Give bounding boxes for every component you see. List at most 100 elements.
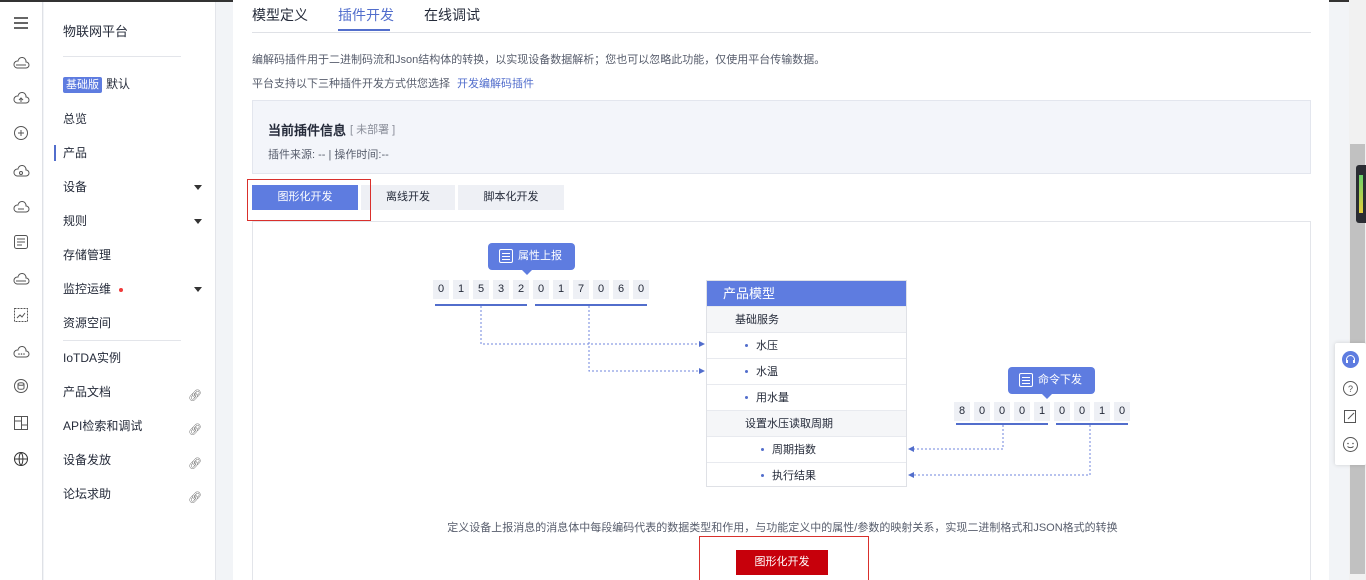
list-icon xyxy=(499,249,513,263)
bullet-dot xyxy=(745,395,748,399)
help-icon[interactable]: ? xyxy=(1342,380,1359,397)
sidebar-item-resource-space[interactable]: 资源空间 xyxy=(63,311,208,335)
plugin-meta: 插件来源: -- | 操作时间:-- xyxy=(268,149,389,161)
property-report-badge: 属性上报 xyxy=(488,243,575,275)
field-underline xyxy=(435,304,527,306)
highlight-box xyxy=(699,536,869,580)
field-underline xyxy=(535,304,647,306)
menu-icon[interactable] xyxy=(12,14,30,32)
sidebar-divider xyxy=(63,56,181,57)
tab-model-definition[interactable]: 模型定义 xyxy=(252,5,308,25)
cloud-upload-icon[interactable] xyxy=(12,89,30,107)
terminal-icon xyxy=(1019,373,1033,387)
binary-digit: 0 xyxy=(593,280,609,299)
parameter-label: 周期指数 xyxy=(772,444,816,456)
chevron-down-icon xyxy=(194,185,202,190)
cloud-dots-icon[interactable] xyxy=(12,343,30,361)
field-underline xyxy=(956,423,1048,425)
binary-digit: 2 xyxy=(513,280,529,299)
globe-icon[interactable] xyxy=(12,450,30,468)
sidebar-item-devices[interactable]: 设备 xyxy=(63,175,208,199)
tab-offline-dev[interactable]: 离线开发 xyxy=(361,185,455,210)
binary-digit: 0 xyxy=(994,402,1010,421)
sidebar-divider xyxy=(63,340,181,341)
chevron-down-icon xyxy=(194,287,202,292)
sidebar-item-label: 产品文档 xyxy=(63,385,112,399)
property-label: 水压 xyxy=(756,340,778,352)
sidebar-item-rules[interactable]: 规则 xyxy=(63,209,208,233)
icon-rail xyxy=(0,2,43,580)
binary-digit: 1 xyxy=(453,280,469,299)
sidebar-item-label: 设备 xyxy=(63,180,88,194)
binary-digit: 0 xyxy=(974,402,990,421)
sidebar-title: 物联网平台 xyxy=(63,24,129,39)
edition-badge: 基础版 xyxy=(63,77,102,93)
feedback-icon[interactable] xyxy=(1342,436,1359,453)
cloud-lock-icon[interactable] xyxy=(12,270,30,288)
sidebar-item-label: 资源空间 xyxy=(63,316,112,330)
edit-icon[interactable] xyxy=(1342,408,1359,425)
cloud-sync-icon[interactable] xyxy=(12,162,30,180)
list-icon[interactable] xyxy=(12,233,30,251)
sidebar-item-label: 总览 xyxy=(63,112,88,126)
plugin-info-title: 当前插件信息 xyxy=(268,123,347,138)
side-widget[interactable] xyxy=(1356,165,1366,223)
external-link-icon: 🔗︎ xyxy=(188,492,202,504)
plugin-options-text: 平台支持以下三种插件开发方式供您选择 开发编解码插件 xyxy=(252,75,534,91)
sidebar-item-device-provisioning[interactable]: 设备发放 🔗︎ xyxy=(63,448,208,472)
options-text: 平台支持以下三种插件开发方式供您选择 xyxy=(252,78,450,90)
model-command: 设置水压读取周期 xyxy=(707,410,906,436)
binary-digit: 0 xyxy=(633,280,649,299)
command-send-badge: 命令下发 xyxy=(1008,367,1095,399)
tab-script-dev[interactable]: 脚本化开发 xyxy=(458,185,564,210)
sidebar-item-product-docs[interactable]: 产品文档 🔗︎ xyxy=(63,380,208,404)
binary-digit: 5 xyxy=(473,280,489,299)
property-label: 用水量 xyxy=(756,392,789,404)
sidebar-item-storage[interactable]: 存储管理 xyxy=(63,243,208,267)
binary-digit: 0 xyxy=(433,280,449,299)
model-title: 产品模型 xyxy=(707,281,906,306)
sidebar-item-label: 规则 xyxy=(63,214,88,228)
diagram-caption: 定义设备上报消息的消息体中每段编码代表的数据类型和作用，与功能定义中的属性/参数… xyxy=(447,522,1118,534)
binary-digit: 1 xyxy=(553,280,569,299)
cloud-icon[interactable] xyxy=(12,54,30,72)
chart-icon[interactable] xyxy=(12,306,30,324)
sidebar: 物联网平台 基础版 默认 总览 产品 设备 规则 存储管理 监控运维 资源空间 I… xyxy=(44,2,216,580)
chat-icon[interactable] xyxy=(12,124,30,142)
parameter-label: 执行结果 xyxy=(772,470,816,482)
cloud-more-icon[interactable] xyxy=(12,198,30,216)
binary-digit: 8 xyxy=(954,402,970,421)
bullet-dot xyxy=(745,369,748,373)
active-indicator xyxy=(54,145,56,161)
sidebar-item-api-explorer[interactable]: API检索和调试 🔗︎ xyxy=(63,414,208,438)
binary-digit: 1 xyxy=(1034,402,1050,421)
headset-icon[interactable] xyxy=(1342,351,1359,368)
binary-digit: 0 xyxy=(1054,402,1070,421)
sidebar-item-monitoring[interactable]: 监控运维 xyxy=(63,277,208,301)
binary-digit: 0 xyxy=(1074,402,1090,421)
binary-digit: 0 xyxy=(533,280,549,299)
sidebar-item-label: API检索和调试 xyxy=(63,419,143,433)
sidebar-item-label: 监控运维 xyxy=(63,282,112,296)
sidebar-item-iotda-instance[interactable]: IoTDA实例 xyxy=(63,346,208,370)
layout-icon[interactable] xyxy=(12,414,30,432)
database-icon[interactable] xyxy=(12,377,30,395)
vertical-scrollbar[interactable] xyxy=(1349,0,1366,580)
tab-bar: 模型定义 插件开发 在线调试 xyxy=(252,0,1311,33)
binary-digit: 7 xyxy=(573,280,589,299)
product-model-card: 产品模型 基础服务 水压 水温 用水量 设置水压读取周期 周期指数 执行结果 xyxy=(706,280,907,487)
binary-digit: 3 xyxy=(493,280,509,299)
develop-codec-link[interactable]: 开发编解码插件 xyxy=(457,78,534,90)
model-property: 水压 xyxy=(707,332,906,358)
model-parameter: 执行结果 xyxy=(707,462,906,488)
edition-selector[interactable]: 基础版 默认 xyxy=(63,72,208,96)
bullet-dot xyxy=(745,343,748,347)
sidebar-item-label: 设备发放 xyxy=(63,453,112,467)
sidebar-item-overview[interactable]: 总览 xyxy=(63,107,208,131)
plugin-info-panel: 当前插件信息 [ 未部署 ] 插件来源: -- | 操作时间:-- xyxy=(252,100,1311,174)
sidebar-item-products[interactable]: 产品 xyxy=(63,141,208,165)
tab-online-debugging[interactable]: 在线调试 xyxy=(424,5,480,25)
sidebar-item-forum[interactable]: 论坛求助 🔗︎ xyxy=(63,482,208,506)
tab-plugin-development[interactable]: 插件开发 xyxy=(338,5,394,25)
chevron-down-icon xyxy=(194,219,202,224)
